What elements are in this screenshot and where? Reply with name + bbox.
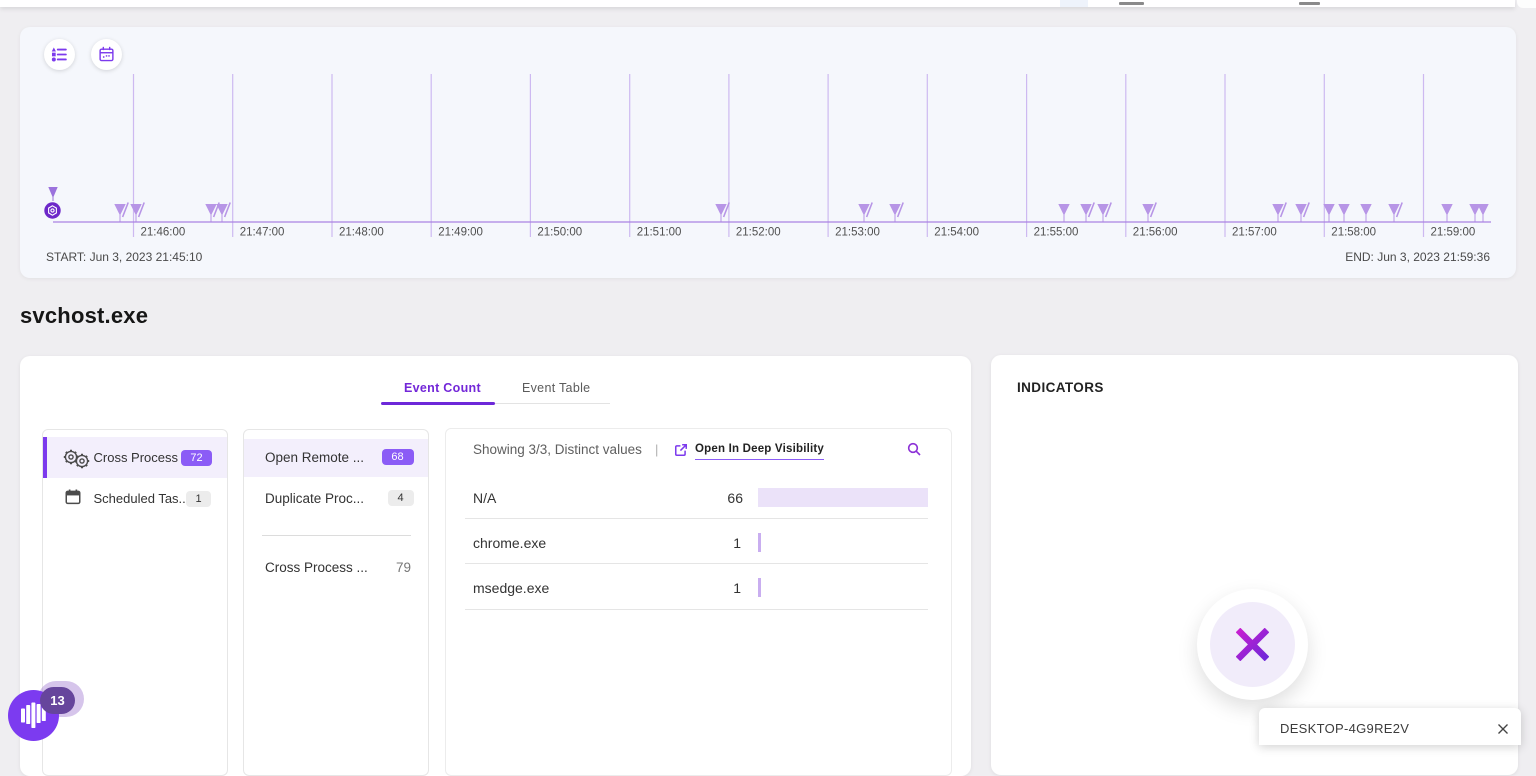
svg-text:21:56:00: 21:56:00 (1133, 227, 1178, 239)
svg-text:21:50:00: 21:50:00 (537, 227, 582, 239)
svg-text:21:47:00: 21:47:00 (240, 227, 285, 239)
svg-text:21:54:00: 21:54:00 (934, 227, 979, 239)
svg-text:21:52:00: 21:52:00 (736, 227, 781, 239)
svg-text:21:51:00: 21:51:00 (637, 227, 682, 239)
svg-text:21:53:00: 21:53:00 (835, 227, 880, 239)
svg-text:21:58:00: 21:58:00 (1331, 227, 1376, 239)
svg-text:21:59:00: 21:59:00 (1431, 227, 1476, 239)
svg-text:21:49:00: 21:49:00 (438, 227, 483, 239)
svg-text:21:57:00: 21:57:00 (1232, 227, 1277, 239)
svg-text:21:55:00: 21:55:00 (1034, 227, 1079, 239)
svg-text:21:46:00: 21:46:00 (141, 227, 186, 239)
svg-text:21:48:00: 21:48:00 (339, 227, 384, 239)
